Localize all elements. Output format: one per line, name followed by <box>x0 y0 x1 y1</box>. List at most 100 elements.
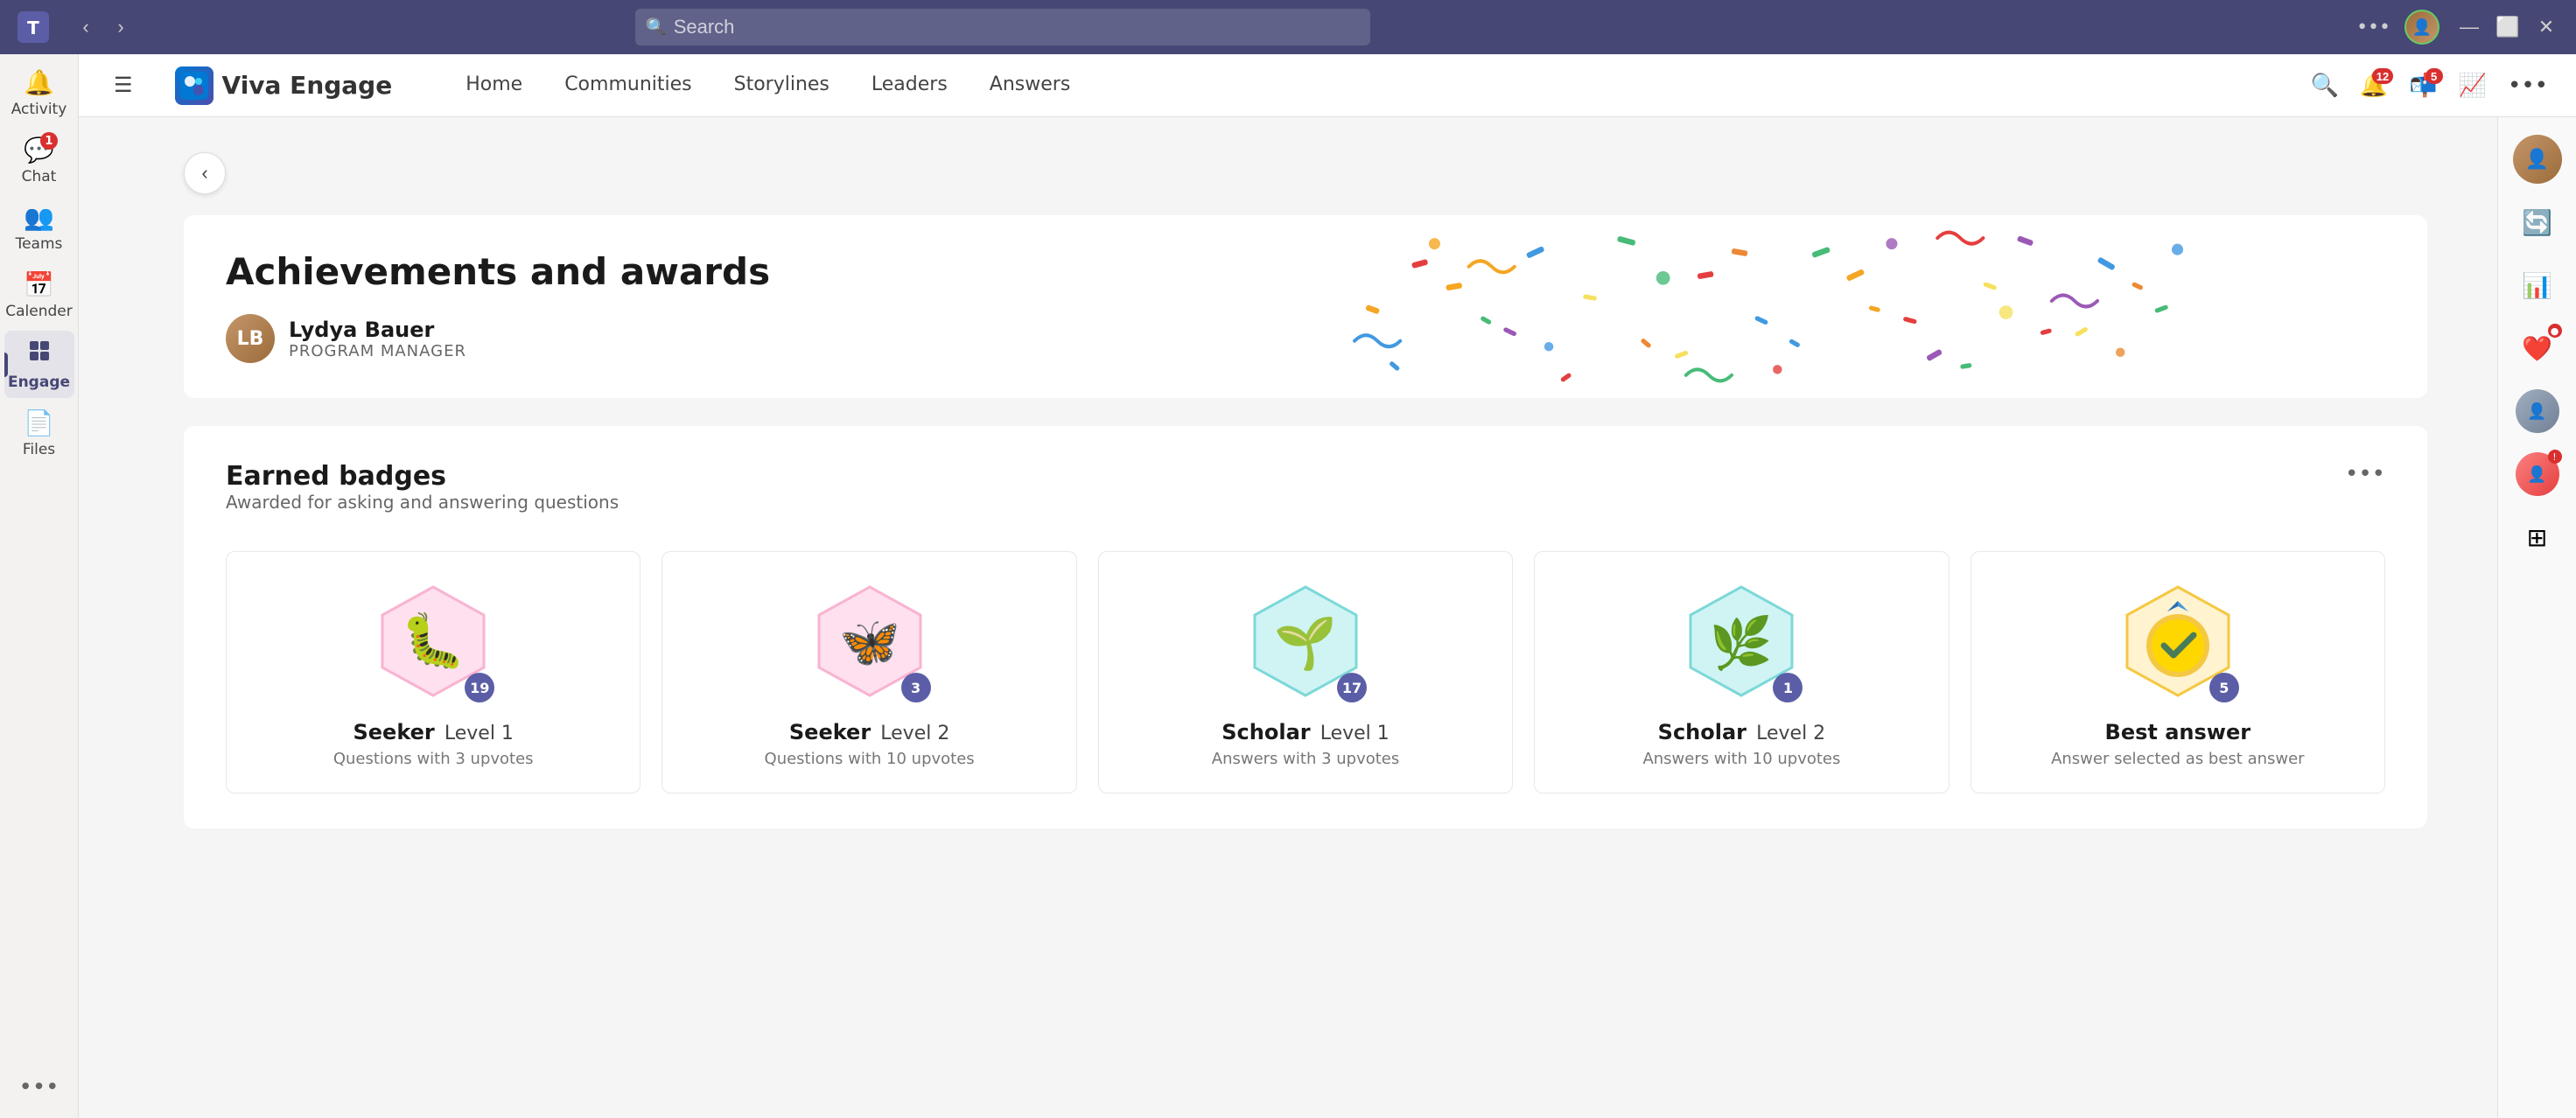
badge-icon-scholar-l1: 🌱 17 <box>1244 580 1367 702</box>
header-actions: 🔍 🔔 12 📬 5 📈 ••• <box>2310 72 2548 99</box>
person2-avatar: 👤 <box>2516 389 2559 433</box>
content-area: ☰ Viva Engage Home Communities Storyline… <box>79 54 2576 1118</box>
right-sidebar-person2[interactable]: 👤 <box>2510 383 2566 439</box>
badge-card-seeker-l1: 🐛 19 Seeker Level 1 Questions with 3 upv… <box>226 551 640 793</box>
badge-count-scholar-l1: 17 <box>1337 673 1367 702</box>
sidebar-label-files: Files <box>23 441 55 458</box>
calendar-icon: 📅 <box>24 270 54 299</box>
sidebar-label-chat: Chat <box>22 168 57 185</box>
right-avatar-icon: 👤 <box>2513 135 2562 184</box>
user-name: Lydya Bauer <box>289 318 466 342</box>
sidebar-item-activity[interactable]: 🔔 Activity <box>4 61 74 125</box>
header-search-button[interactable]: 🔍 <box>2310 72 2338 99</box>
badge-icon-seeker-l1: 🐛 19 <box>372 580 494 702</box>
sidebar-label-calendar: Calender <box>5 303 72 320</box>
files-icon: 📄 <box>24 409 54 437</box>
svg-text:🌿: 🌿 <box>1710 613 1773 673</box>
heart-badge-count: ● <box>2548 324 2562 338</box>
badge-card-scholar-l2: 🌿 1 Scholar Level 2 Answers with 10 upvo… <box>1534 551 1949 793</box>
badge-desc-scholar-l1: Answers with 3 upvotes <box>1212 750 1400 768</box>
back-button[interactable]: ‹ <box>184 152 226 194</box>
header-inbox-button[interactable]: 📬 5 <box>2409 72 2437 99</box>
right-sidebar-heart-badge[interactable]: ❤️ ● <box>2510 320 2566 376</box>
teams-logo: T <box>14 8 52 46</box>
maximize-button[interactable]: ⬜ <box>2492 11 2524 43</box>
notifications-badge: 12 <box>2372 68 2393 84</box>
nav-leaders[interactable]: Leaders <box>850 66 969 105</box>
inbox-badge: 5 <box>2426 68 2443 84</box>
sidebar-item-chat[interactable]: 💬 1 Chat <box>4 129 74 192</box>
active-indicator <box>4 353 8 377</box>
person3-badge: ! <box>2548 450 2562 464</box>
nav-home[interactable]: Home <box>444 66 543 105</box>
app-logo-text: Viva Engage <box>222 71 393 100</box>
right-sidebar-chart[interactable]: 📊 <box>2510 257 2566 313</box>
sidebar-item-files[interactable]: 📄 Files <box>4 402 74 465</box>
engage-icon <box>26 338 52 370</box>
chat-badge: 1 <box>40 132 58 150</box>
titlebar-more-button[interactable]: ••• <box>2356 17 2390 38</box>
user-avatar-titlebar[interactable]: 👤 <box>2404 10 2440 45</box>
svg-text:🌱: 🌱 <box>1274 613 1337 673</box>
nav-communities[interactable]: Communities <box>543 66 712 105</box>
nav-answers[interactable]: Answers <box>969 66 1092 105</box>
badge-name-seeker-l2: Seeker Level 2 <box>789 720 949 744</box>
badges-grid: 🐛 19 Seeker Level 1 Questions with 3 upv… <box>226 551 2385 793</box>
search-input[interactable] <box>635 9 1370 45</box>
right-sidebar-person3[interactable]: 👤 ! <box>2510 446 2566 502</box>
user-avatar: LB <box>226 314 275 363</box>
app-header: ☰ Viva Engage Home Communities Storyline… <box>79 54 2576 117</box>
badge-count-seeker-l2: 3 <box>901 673 931 702</box>
right-sidebar: 👤 🔄 📊 ❤️ ● 👤 👤 ! <box>2497 117 2576 1118</box>
badge-icon-best-answer: 5 <box>2117 580 2239 702</box>
badge-desc-scholar-l2: Answers with 10 upvotes <box>1642 750 1840 768</box>
sidebar-item-engage[interactable]: Engage <box>4 331 74 398</box>
badge-desc-seeker-l1: Questions with 3 upvotes <box>333 750 534 768</box>
close-button[interactable]: ✕ <box>2530 11 2562 43</box>
header-more-button[interactable]: ••• <box>2508 73 2548 99</box>
header-notifications-button[interactable]: 🔔 12 <box>2360 72 2388 99</box>
badge-desc-seeker-l2: Questions with 10 upvotes <box>765 750 975 768</box>
badge-desc-best-answer: Answer selected as best answer <box>2051 750 2305 768</box>
page-content: ‹ Achievements and awards LB Lydya Bauer… <box>79 117 2576 1118</box>
badge-name-scholar-l2: Scholar Level 2 <box>1658 720 1826 744</box>
sidebar-item-calendar[interactable]: 📅 Calender <box>4 263 74 327</box>
badges-title-area: Earned badges Awarded for asking and ans… <box>226 461 619 544</box>
sidebar-label-activity: Activity <box>11 101 67 118</box>
nav-buttons: ‹ › <box>70 11 136 43</box>
badge-card-best-answer: 5 Best answer Answer selected as best an… <box>1970 551 2385 793</box>
sidebar-item-teams[interactable]: 👥 Teams <box>4 196 74 260</box>
right-sidebar-avatar[interactable]: 👤 <box>2510 131 2566 187</box>
search-container: 🔍 <box>635 9 1370 45</box>
minimize-button[interactable]: — <box>2454 11 2485 43</box>
svg-text:🐛: 🐛 <box>401 611 466 672</box>
badge-card-scholar-l1: 🌱 17 Scholar Level 1 Answers with 3 upvo… <box>1098 551 1513 793</box>
badge-icon-scholar-l2: 🌿 1 <box>1680 580 1802 702</box>
heart-badge-icon: ❤️ <box>2522 334 2552 363</box>
search-icon: 🔍 <box>648 18 667 37</box>
right-sidebar-grid[interactable]: ⊞ <box>2510 509 2566 565</box>
refresh-icon: 🔄 <box>2522 208 2552 237</box>
badge-count-seeker-l1: 19 <box>465 673 494 702</box>
forward-nav-button[interactable]: › <box>105 11 136 43</box>
main-scroll-area: ‹ Achievements and awards LB Lydya Bauer… <box>79 117 2497 1118</box>
teams-icon: 👥 <box>24 203 54 232</box>
back-nav-button[interactable]: ‹ <box>70 11 102 43</box>
chart-icon: 📊 <box>2522 271 2552 300</box>
header-analytics-button[interactable]: 📈 <box>2459 72 2487 99</box>
app-body: 🔔 Activity 💬 1 Chat 👥 Teams 📅 Calender <box>0 54 2576 1118</box>
user-info: Lydya Bauer PROGRAM MANAGER <box>289 318 466 360</box>
right-sidebar-refresh[interactable]: 🔄 <box>2510 194 2566 250</box>
hamburger-button[interactable]: ☰ <box>107 69 140 101</box>
badge-name-scholar-l1: Scholar Level 1 <box>1222 720 1390 744</box>
badges-subtitle: Awarded for asking and answering questio… <box>226 492 619 513</box>
badge-card-seeker-l2: 🦋 3 Seeker Level 2 Questions with 10 upv… <box>662 551 1076 793</box>
grid-icon: ⊞ <box>2527 523 2547 552</box>
sidebar-more-button[interactable]: ••• <box>18 1074 59 1101</box>
confetti-decoration <box>1082 215 2427 398</box>
badges-title: Earned badges <box>226 461 619 492</box>
badge-name-best-answer: Best answer <box>2105 720 2251 744</box>
activity-icon: 🔔 <box>24 68 54 97</box>
badges-more-button[interactable]: ••• <box>2345 461 2385 487</box>
nav-storylines[interactable]: Storylines <box>713 66 850 105</box>
